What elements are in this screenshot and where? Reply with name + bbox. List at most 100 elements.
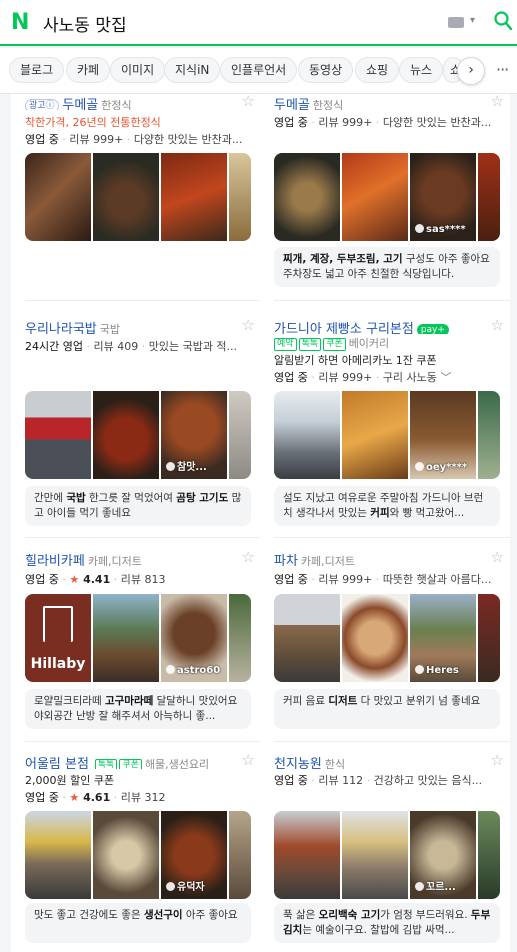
bookmark-star-icon[interactable]: ☆ (491, 318, 504, 333)
storefront-photo[interactable] (274, 811, 340, 899)
storefront-photo[interactable] (25, 811, 91, 899)
tab-video[interactable]: 동영상 (298, 57, 354, 83)
place-title[interactable]: 어울림 본점 톡톡 쿠폰 해물,생선요리 (25, 753, 245, 769)
bakery-photo[interactable] (342, 391, 408, 479)
tab-blog[interactable]: 블로그 (9, 57, 65, 83)
building-photo[interactable] (274, 594, 340, 682)
photo-strip[interactable]: oey**** (274, 391, 500, 479)
coupon-badge: 쿠폰 (119, 759, 142, 769)
building-photo[interactable] (93, 594, 159, 682)
bookmark-star-icon[interactable]: ☆ (242, 94, 255, 109)
food-photo[interactable]: 유덕자 (161, 811, 227, 899)
naver-logo[interactable]: N (11, 12, 33, 34)
divider (274, 300, 510, 301)
reservation-badge: 예약 (274, 338, 297, 351)
review-snippet[interactable]: 맛도 좋고 건강에도 좋은 생선구이 아주 좋아요 (25, 903, 251, 943)
review-snippet[interactable]: 찌개, 계장, 두부조림, 고기 구성도 아주 좋아요 주차장도 넓고 아주 친… (274, 247, 500, 287)
place-title[interactable]: 천지농원 한식 (274, 753, 494, 769)
photo-strip[interactable]: Hillaby astro60 (25, 594, 251, 682)
food-photo[interactable] (229, 391, 251, 479)
place-info: 영업 중 · 리뷰 112 · 건강하고 맛있는 음식... (274, 774, 483, 787)
talktalk-badge: 톡톡 (298, 338, 322, 351)
photo-strip[interactable]: Heres (274, 594, 500, 682)
keyboard-icon[interactable] (448, 17, 464, 28)
bakery-photo[interactable]: oey**** (410, 391, 476, 479)
review-snippet[interactable]: 간만에 국밥 한그릇 잘 먹었어여 곰탕 고기도 많고 아이들 먹기 좋네요 (25, 486, 251, 526)
photo[interactable] (478, 594, 500, 682)
storefront-photo[interactable] (25, 391, 91, 479)
place-title[interactable]: 광고ⓘ 두메골 한정식 (25, 94, 245, 110)
logo-photo[interactable]: Hillaby (25, 594, 91, 682)
place-name[interactable]: 가드니아 제빵소 구리본점 (274, 322, 414, 334)
tabs-next-button[interactable]: › (457, 57, 485, 85)
food-photo[interactable] (93, 811, 159, 899)
place-name[interactable]: 두메골 (62, 98, 98, 110)
food-photo[interactable]: 꼬르... (410, 811, 476, 899)
bookmark-star-icon[interactable]: ☆ (242, 753, 255, 768)
place-title[interactable]: 가드니아 제빵소 구리본점 pay+ (274, 318, 494, 334)
place-name[interactable]: 두메골 (274, 98, 310, 110)
food-photo[interactable]: 참맛... (161, 391, 227, 479)
photo-strip[interactable]: sas**** (274, 153, 500, 241)
review-snippet[interactable]: 설도 지났고 여유로운 주말아침 가드니아 브런치 생각나서 맛있는 커피와 빵… (274, 486, 500, 526)
more-menu-icon[interactable]: ··· (496, 60, 509, 79)
place-name[interactable]: 파차 (274, 554, 298, 566)
photo[interactable] (229, 594, 251, 682)
food-photo[interactable] (93, 391, 159, 479)
tab-cafe[interactable]: 카페 (66, 57, 111, 83)
food-photo[interactable] (25, 153, 91, 241)
place-name[interactable]: 천지농원 (274, 757, 322, 769)
place-title[interactable]: 힐라비카페 카페,디저트 (25, 550, 245, 566)
chevron-down-icon[interactable]: ▾ (470, 15, 475, 26)
food-photo[interactable] (478, 811, 500, 899)
food-photo[interactable] (161, 153, 227, 241)
coupon-text[interactable]: 알림받기 하면 아메리카노 1잔 쿠폰 (274, 352, 437, 368)
tab-news[interactable]: 뉴스 (399, 57, 444, 83)
food-photo[interactable] (342, 153, 408, 241)
tab-shopping[interactable]: 쇼핑 (355, 57, 400, 83)
search-icon[interactable] (494, 11, 513, 35)
food-photo[interactable] (274, 153, 340, 241)
photo-strip[interactable] (25, 153, 251, 241)
bookmark-star-icon[interactable]: ☆ (491, 753, 504, 768)
building-photo[interactable]: Heres (410, 594, 476, 682)
photo-strip[interactable]: 참맛... (25, 391, 251, 479)
food-photo[interactable] (93, 153, 159, 241)
place-info: 영업 중 · 리뷰 999+ · 다양한 맛있는 반찬과... (274, 116, 492, 129)
food-photo[interactable] (229, 811, 251, 899)
coupon-text[interactable]: 2,000원 할인 쿠폰 (25, 772, 114, 788)
review-snippet[interactable]: 로얄밀크티라떼 고구마라떼 달달하니 맛있어요 야외공간 난방 잘 해주셔서 아… (25, 689, 251, 729)
interior-photo[interactable] (274, 391, 340, 479)
place-title[interactable]: 두메골 한정식 (274, 94, 494, 110)
review-snippet[interactable]: 커피 음료 디저트 다 맛있고 분위기 넘 좋네요 (274, 689, 500, 729)
photo-strip[interactable]: 유덕자 (25, 811, 251, 899)
bookmark-star-icon[interactable]: ☆ (491, 94, 504, 109)
bookmark-star-icon[interactable]: ☆ (491, 550, 504, 565)
food-photo[interactable] (229, 153, 251, 241)
place-info: 영업 중 · ★ 4.41 · 리뷰 813 (25, 573, 166, 586)
place-title[interactable]: 파차 카페,디저트 (274, 550, 494, 566)
review-snippet[interactable]: 푹 삶은 오리백숙 고기가 엄청 부드러워요. 두부김치는 예술이구요. 찰밥에… (274, 903, 500, 943)
bookmark-star-icon[interactable]: ☆ (242, 318, 255, 333)
tab-image[interactable]: 이미지 (110, 57, 166, 83)
photo[interactable] (478, 391, 500, 479)
tab-kin[interactable]: 지식iN (164, 57, 221, 83)
food-photo[interactable]: astro60 (161, 594, 227, 682)
tab-influencer[interactable]: 인플루언서 (220, 57, 298, 83)
storefront-photo[interactable] (342, 811, 408, 899)
place-name[interactable]: 어울림 본점 (25, 757, 89, 769)
results-column-right: 두메골 한정식 ☆ 영업 중 · 리뷰 999+ · 다양한 맛있는 반찬과...… (260, 94, 510, 952)
search-query[interactable]: 사노동 맛집 (43, 11, 127, 36)
place-badges: 예약 톡톡 쿠폰 베이커리 (274, 335, 389, 351)
hillaby-logo-icon (43, 606, 73, 642)
divider (25, 741, 261, 742)
place-name[interactable]: 힐라비카페 (25, 554, 85, 566)
bookmark-star-icon[interactable]: ☆ (242, 550, 255, 565)
place-title[interactable]: 우리나라국밥 국밥 (25, 318, 245, 334)
food-photo[interactable] (478, 153, 500, 241)
place-category: 국밥 (99, 323, 121, 334)
photo-strip[interactable]: 꼬르... (274, 811, 500, 899)
food-photo[interactable]: sas**** (410, 153, 476, 241)
place-name[interactable]: 우리나라국밥 (25, 322, 97, 334)
dessert-photo[interactable] (342, 594, 408, 682)
